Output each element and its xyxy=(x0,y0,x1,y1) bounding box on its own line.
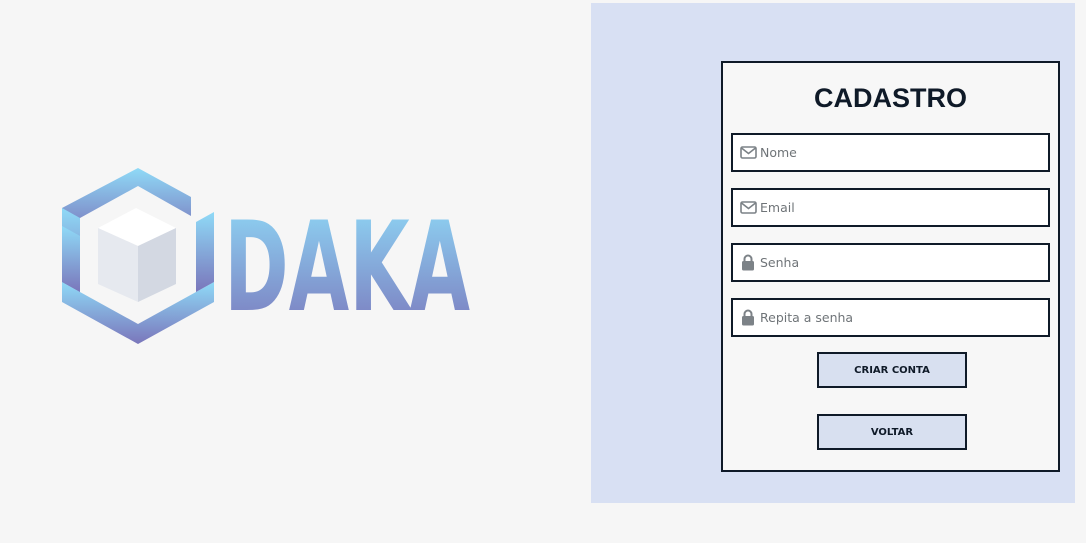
form-title: CADASTRO xyxy=(814,83,967,113)
envelope-icon xyxy=(739,199,757,217)
signup-panel: CADASTRO Nome Email CRIAR CONTA VOLTAR xyxy=(591,3,1075,503)
daka-logo: DAKA xyxy=(58,164,478,348)
cube-icon xyxy=(98,208,176,302)
back-button[interactable]: VOLTAR xyxy=(817,414,967,450)
signup-form: CADASTRO Nome Email CRIAR CONTA VOLTAR xyxy=(721,61,1060,472)
name-field[interactable] xyxy=(731,133,1050,172)
email-input[interactable] xyxy=(760,197,1040,218)
create-account-button[interactable]: CRIAR CONTA xyxy=(817,352,967,388)
email-field[interactable] xyxy=(731,188,1050,227)
confirm-password-input[interactable] xyxy=(760,307,1040,328)
password-input[interactable] xyxy=(760,252,1040,273)
envelope-icon xyxy=(739,144,757,162)
confirm-password-field[interactable] xyxy=(731,298,1050,337)
name-input[interactable] xyxy=(760,142,1040,163)
password-field[interactable] xyxy=(731,243,1050,282)
signup-page: DAKA CADASTRO Nome Email CRIAR CONTA VOL… xyxy=(0,0,1086,543)
logo-graphic: DAKA xyxy=(62,168,470,344)
lock-icon xyxy=(739,309,757,327)
lock-icon xyxy=(739,254,757,272)
logo-text: DAKA xyxy=(224,196,470,340)
